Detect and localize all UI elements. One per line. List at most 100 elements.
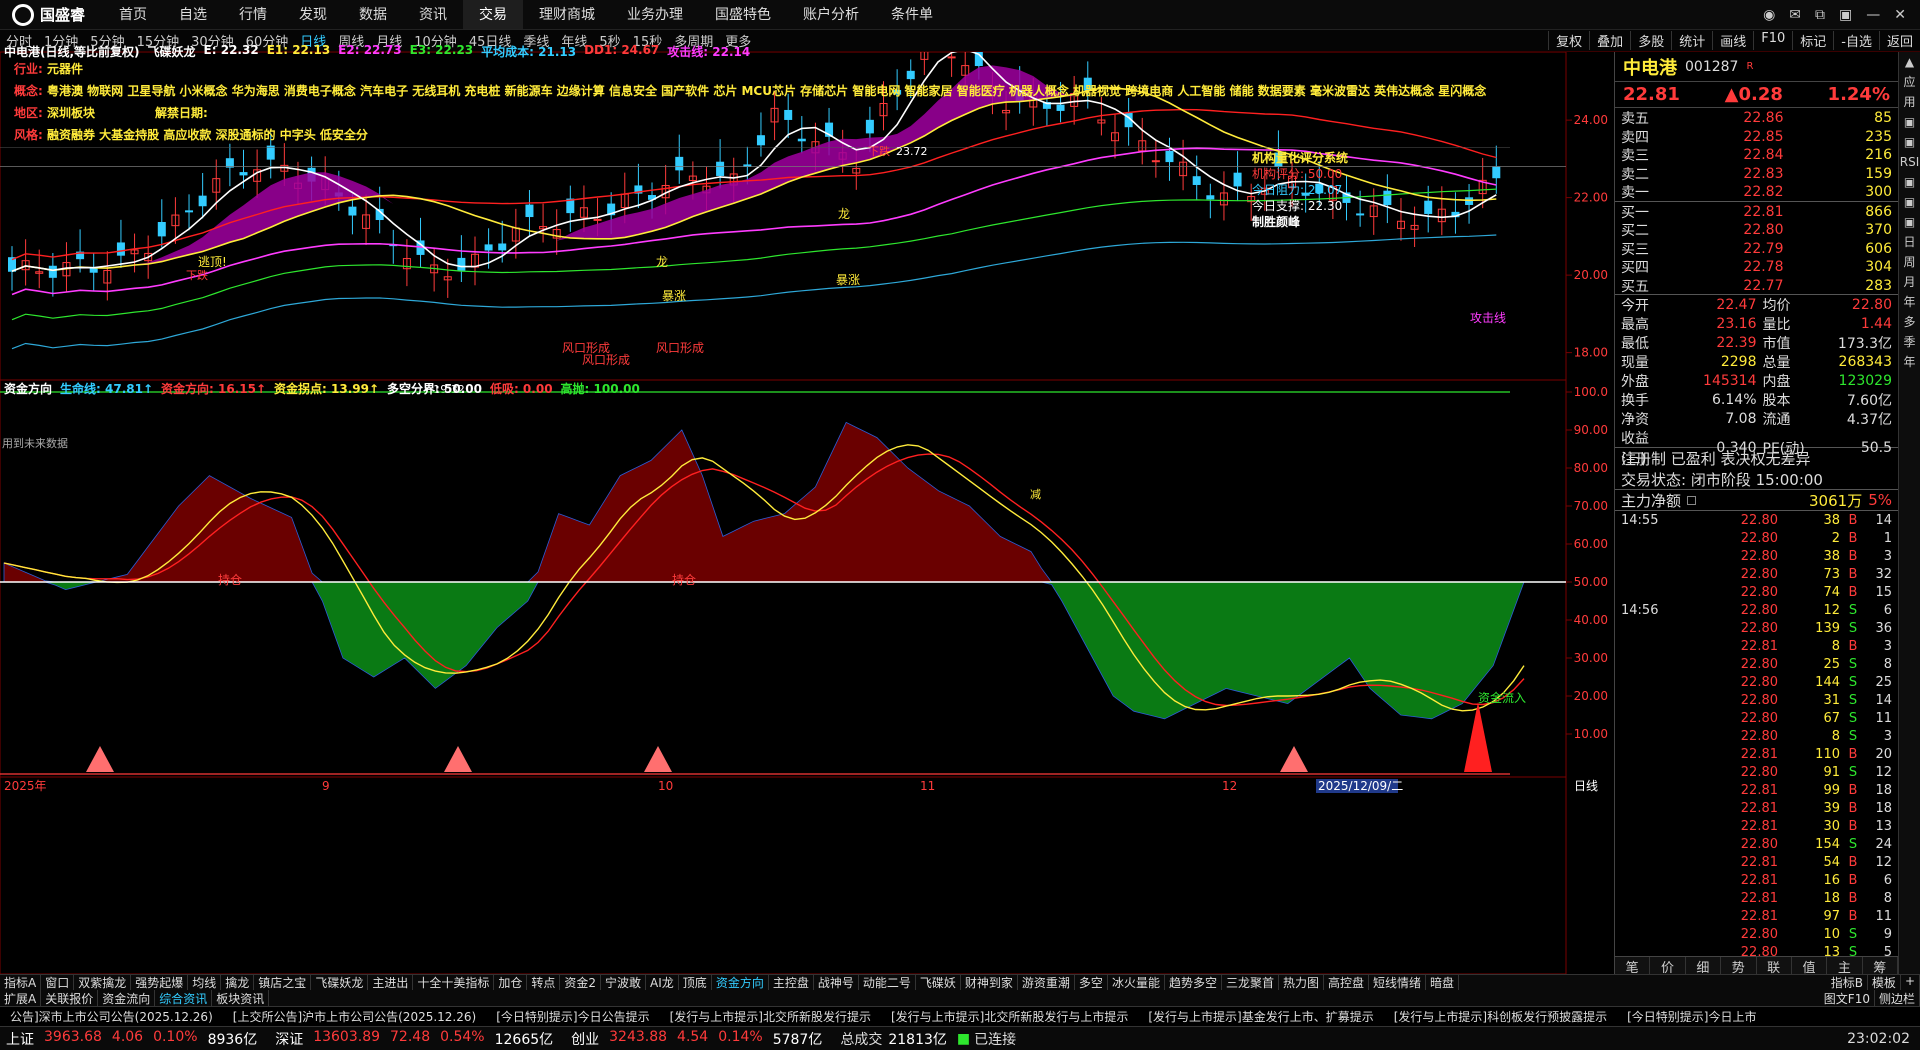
quote-tab-7[interactable]: 筹 bbox=[1863, 957, 1898, 974]
side-button-12[interactable]: 年 bbox=[1899, 292, 1920, 312]
index-item[interactable]: 上证 3963.68 4.06 0.10% 8936亿 bbox=[0, 1029, 269, 1049]
side-button-5[interactable]: RSI bbox=[1899, 152, 1920, 172]
indicator-b-1[interactable]: 关联报价 bbox=[41, 990, 99, 1006]
indicator-a-13[interactable]: 宁波敢 bbox=[601, 975, 647, 990]
indicator-a-24[interactable]: 冰火量能 bbox=[1108, 975, 1165, 990]
quote-tab-4[interactable]: 联 bbox=[1757, 957, 1792, 974]
menu-item-2[interactable]: 行情 bbox=[223, 0, 283, 29]
tool-button-7[interactable]: -自选 bbox=[1833, 31, 1879, 50]
side-button-15[interactable]: 年 bbox=[1899, 352, 1920, 372]
tool-button-1[interactable]: 叠加 bbox=[1589, 31, 1630, 50]
indicator-a-18[interactable]: 战神号 bbox=[814, 975, 859, 990]
tick-list[interactable]: 14:55 22.80 38 B 14 22.80 2 B 1 22.80 38 B 3 22.80 73 B… bbox=[1615, 511, 1898, 975]
tool-button-8[interactable]: 返回 bbox=[1878, 31, 1920, 50]
index-item[interactable]: 深证 13603.89 72.48 0.54% 12665亿 bbox=[269, 1029, 565, 1049]
indicator-b-2[interactable]: 资金流向 bbox=[98, 990, 156, 1006]
side-button-14[interactable]: 季 bbox=[1899, 332, 1920, 352]
indicator-b-right-1[interactable]: 侧边栏 bbox=[1875, 990, 1920, 1006]
indicator-a-7[interactable]: 飞碟妖龙 bbox=[311, 975, 369, 990]
indicator-a-21[interactable]: 财神到家 bbox=[961, 975, 1018, 990]
indicator-a-8[interactable]: 主进出 bbox=[368, 975, 414, 990]
tool-button-2[interactable]: 多股 bbox=[1630, 31, 1671, 50]
menu-item-3[interactable]: 发现 bbox=[283, 0, 343, 29]
indicator-a-6[interactable]: 镇店之宝 bbox=[254, 975, 312, 990]
news-item-4[interactable]: [发行与上市提示]北交所新股发行与上市提示 bbox=[881, 1008, 1138, 1025]
side-button-11[interactable]: 月 bbox=[1899, 272, 1920, 292]
news-item-3[interactable]: [发行与上市提示]北交所新股发行提示 bbox=[660, 1008, 881, 1025]
indicator-a-5[interactable]: 擒龙 bbox=[221, 975, 255, 990]
brand-logo[interactable]: 国盛睿 bbox=[0, 3, 103, 26]
indicator-a-25[interactable]: 趋势多空 bbox=[1165, 975, 1222, 990]
menu-item-8[interactable]: 业务办理 bbox=[611, 0, 699, 29]
quote-tab-2[interactable]: 细 bbox=[1686, 957, 1722, 974]
indicator-a-29[interactable]: 短线情绪 bbox=[1369, 975, 1427, 990]
index-item[interactable]: 创业 3243.88 4.54 0.14% 5787亿 bbox=[565, 1029, 834, 1049]
indicator-a-16[interactable]: 资金方向 bbox=[712, 975, 769, 990]
indicator-b-right-0[interactable]: 图文F10 bbox=[1820, 990, 1875, 1006]
quote-tab-3[interactable]: 势 bbox=[1721, 957, 1757, 974]
indicator-a-26[interactable]: 三龙聚首 bbox=[1222, 975, 1279, 990]
indicator-b-0[interactable]: 扩展A bbox=[0, 990, 42, 1006]
side-button-9[interactable]: 日 bbox=[1899, 232, 1920, 252]
indicator-b-3[interactable]: 综合资讯 bbox=[155, 990, 213, 1006]
news-item-1[interactable]: [上交所公告]沪市上市公司公告(2025.12.26) bbox=[223, 1008, 486, 1025]
window-control-2-icon[interactable]: ⧉ bbox=[1815, 7, 1825, 23]
side-button-3[interactable]: ▣ bbox=[1899, 112, 1920, 132]
indicator-a-14[interactable]: AI龙 bbox=[646, 975, 679, 990]
side-button-2[interactable]: 用 bbox=[1899, 92, 1920, 112]
menu-item-10[interactable]: 账户分析 bbox=[787, 0, 875, 29]
indicator-a-30[interactable]: 暗盘 bbox=[1426, 975, 1460, 990]
indicator-a-11[interactable]: 转点 bbox=[527, 975, 561, 990]
indicator-a-4[interactable]: 均线 bbox=[188, 975, 222, 990]
side-button-8[interactable]: ▣ bbox=[1899, 212, 1920, 232]
indicator-a-9[interactable]: 十全十美指标 bbox=[413, 975, 495, 990]
indicator-a-right-2[interactable]: + bbox=[1901, 975, 1920, 990]
menu-item-4[interactable]: 数据 bbox=[343, 0, 403, 29]
indicator-a-right-0[interactable]: 指标B bbox=[1827, 975, 1868, 990]
indicator-a-22[interactable]: 游资重潮 bbox=[1018, 975, 1075, 990]
chart-canvas[interactable]: 24.00 22.00 20.00 18.00 100.0 90.00 80.00 70.00… bbox=[0, 52, 1614, 974]
menu-item-7[interactable]: 理财商城 bbox=[523, 0, 611, 29]
side-button-6[interactable]: ▣ bbox=[1899, 172, 1920, 192]
indicator-a-27[interactable]: 热力图 bbox=[1279, 975, 1324, 990]
quote-tab-1[interactable]: 价 bbox=[1650, 957, 1686, 974]
indicator-a-0[interactable]: 指标A bbox=[0, 975, 42, 990]
tool-button-3[interactable]: 统计 bbox=[1671, 31, 1712, 50]
menu-item-0[interactable]: 首页 bbox=[103, 0, 163, 29]
chart-area[interactable]: 24.00 22.00 20.00 18.00 100.0 90.00 80.00 70.00… bbox=[0, 43, 1614, 974]
side-button-10[interactable]: 周 bbox=[1899, 252, 1920, 272]
news-item-7[interactable]: [今日特别提示]今日上市 bbox=[1617, 1008, 1766, 1025]
side-button-13[interactable]: 多 bbox=[1899, 312, 1920, 332]
indicator-a-28[interactable]: 高控盘 bbox=[1324, 975, 1370, 990]
menu-item-1[interactable]: 自选 bbox=[163, 0, 223, 29]
tool-button-5[interactable]: F10 bbox=[1753, 31, 1792, 50]
quote-tab-0[interactable]: 笔 bbox=[1615, 957, 1651, 974]
menu-item-9[interactable]: 国盛特色 bbox=[699, 0, 787, 29]
indicator-a-3[interactable]: 强势起爆 bbox=[131, 975, 189, 990]
quote-tab-6[interactable]: 主 bbox=[1827, 957, 1863, 974]
side-button-1[interactable]: 应 bbox=[1899, 72, 1920, 92]
window-control-4-icon[interactable]: — bbox=[1866, 7, 1880, 23]
indicator-a-right-1[interactable]: 模板 bbox=[1868, 975, 1901, 990]
news-item-2[interactable]: [今日特别提示]今日公告提示 bbox=[486, 1008, 659, 1025]
main-flow-toggle-icon[interactable] bbox=[1687, 495, 1697, 505]
window-control-1-icon[interactable]: ✉ bbox=[1789, 7, 1801, 23]
main-flow-row[interactable]: 主力净额 3061万 5% bbox=[1615, 490, 1898, 511]
news-item-5[interactable]: [发行与上市提示]基金发行上市、扩募提示 bbox=[1138, 1008, 1383, 1025]
side-button-4[interactable]: ▣ bbox=[1899, 132, 1920, 152]
indicator-a-2[interactable]: 双紫擒龙 bbox=[74, 975, 132, 990]
indicator-a-23[interactable]: 多空 bbox=[1075, 975, 1108, 990]
side-button-0[interactable]: ▲ bbox=[1899, 52, 1920, 72]
indicator-a-1[interactable]: 窗口 bbox=[41, 975, 75, 990]
tool-button-4[interactable]: 画线 bbox=[1712, 31, 1753, 50]
indicator-b-4[interactable]: 板块资讯 bbox=[212, 990, 270, 1006]
window-control-3-icon[interactable]: ▣ bbox=[1839, 7, 1852, 23]
tool-button-0[interactable]: 复权 bbox=[1548, 31, 1589, 50]
indicator-a-12[interactable]: 资金2 bbox=[560, 975, 602, 990]
menu-item-11[interactable]: 条件单 bbox=[875, 0, 949, 29]
news-item-6[interactable]: [发行与上市提示]科创板发行预披露提示 bbox=[1384, 1008, 1617, 1025]
menu-item-5[interactable]: 资讯 bbox=[403, 0, 463, 29]
indicator-a-15[interactable]: 顶底 bbox=[679, 975, 712, 990]
quote-tab-5[interactable]: 值 bbox=[1792, 957, 1828, 974]
window-control-0-icon[interactable]: ◉ bbox=[1763, 7, 1775, 23]
